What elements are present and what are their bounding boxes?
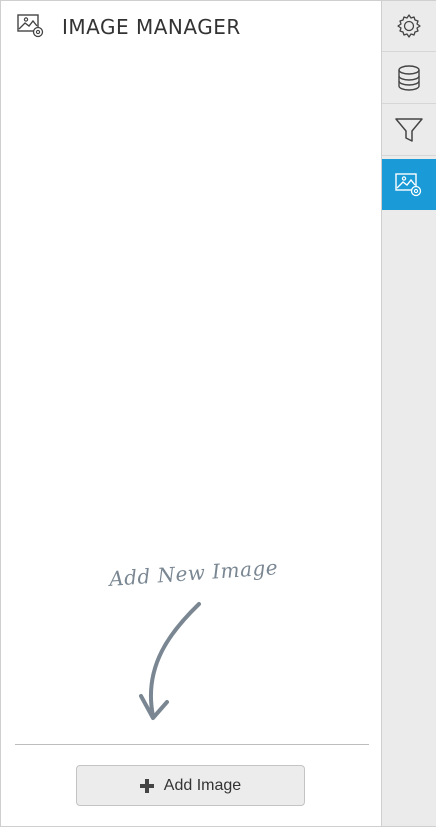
rail-filter-button[interactable] [382, 105, 436, 156]
curved-arrow-down-icon [139, 602, 201, 720]
rail-data-button[interactable] [382, 53, 436, 104]
add-image-button[interactable]: Add Image [76, 765, 305, 806]
page-title: IMAGE MANAGER [62, 15, 241, 39]
panel-header: IMAGE MANAGER [1, 1, 381, 53]
footer-divider [15, 744, 369, 745]
gear-icon [397, 14, 421, 38]
database-icon [398, 65, 420, 91]
image-settings-icon [17, 14, 44, 38]
rail-settings-button[interactable] [382, 1, 436, 52]
add-image-label: Add Image [163, 776, 242, 794]
side-rail [381, 1, 436, 826]
plus-icon [139, 778, 154, 793]
filter-icon [395, 118, 423, 142]
add-new-image-hint: Add New Image [108, 555, 279, 591]
image-manager-window: IMAGE MANAGER Add New Image Add Image [0, 0, 436, 827]
rail-image-manager-button[interactable] [382, 159, 436, 210]
image-manager-panel: IMAGE MANAGER Add New Image Add Image [1, 1, 381, 826]
empty-state-hint: Add New Image [1, 551, 381, 741]
image-settings-icon [395, 172, 422, 196]
